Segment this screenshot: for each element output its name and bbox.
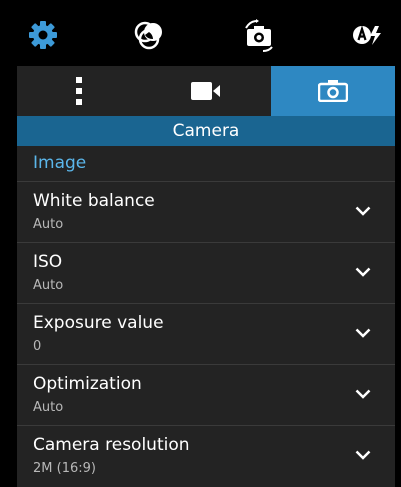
panel-title: Camera	[17, 116, 395, 146]
setting-label: ISO	[33, 252, 63, 272]
tab-more-options[interactable]	[17, 66, 140, 116]
section-title: Image	[33, 153, 87, 173]
photo-camera-icon	[318, 80, 348, 102]
video-camera-icon	[190, 82, 220, 100]
gear-icon[interactable]	[26, 18, 60, 52]
setting-camera-resolution[interactable]: Camera resolution 2M (16:9)	[17, 426, 395, 486]
color-effects-icon[interactable]	[132, 18, 166, 52]
switch-camera-icon[interactable]	[242, 18, 276, 52]
auto-flash-icon[interactable]	[350, 18, 384, 52]
setting-value: Auto	[33, 217, 64, 232]
section-header: Image	[17, 146, 395, 182]
setting-white-balance[interactable]: White balance Auto	[17, 182, 395, 243]
chevron-down-icon[interactable]	[355, 389, 371, 399]
top-toolbar	[0, 0, 401, 66]
setting-exposure-value[interactable]: Exposure value 0	[17, 304, 395, 365]
chevron-down-icon[interactable]	[355, 206, 371, 216]
setting-iso[interactable]: ISO Auto	[17, 243, 395, 304]
setting-label: Camera resolution	[33, 435, 190, 455]
mode-tabs	[17, 66, 395, 116]
chevron-down-icon[interactable]	[355, 267, 371, 277]
setting-value: 2M (16:9)	[33, 461, 96, 476]
tab-video[interactable]	[140, 66, 271, 116]
setting-value: Auto	[33, 278, 64, 293]
tab-camera[interactable]	[271, 66, 395, 116]
chevron-down-icon[interactable]	[355, 328, 371, 338]
setting-optimization[interactable]: Optimization Auto	[17, 365, 395, 426]
chevron-down-icon[interactable]	[355, 450, 371, 460]
vertical-dots-icon	[75, 77, 82, 105]
settings-panel: Camera Image White balance Auto ISO Auto…	[17, 66, 395, 487]
setting-label: Optimization	[33, 374, 142, 394]
setting-value: 0	[33, 339, 42, 354]
setting-label: Exposure value	[33, 313, 164, 333]
setting-label: White balance	[33, 191, 155, 211]
setting-value: Auto	[33, 400, 64, 415]
